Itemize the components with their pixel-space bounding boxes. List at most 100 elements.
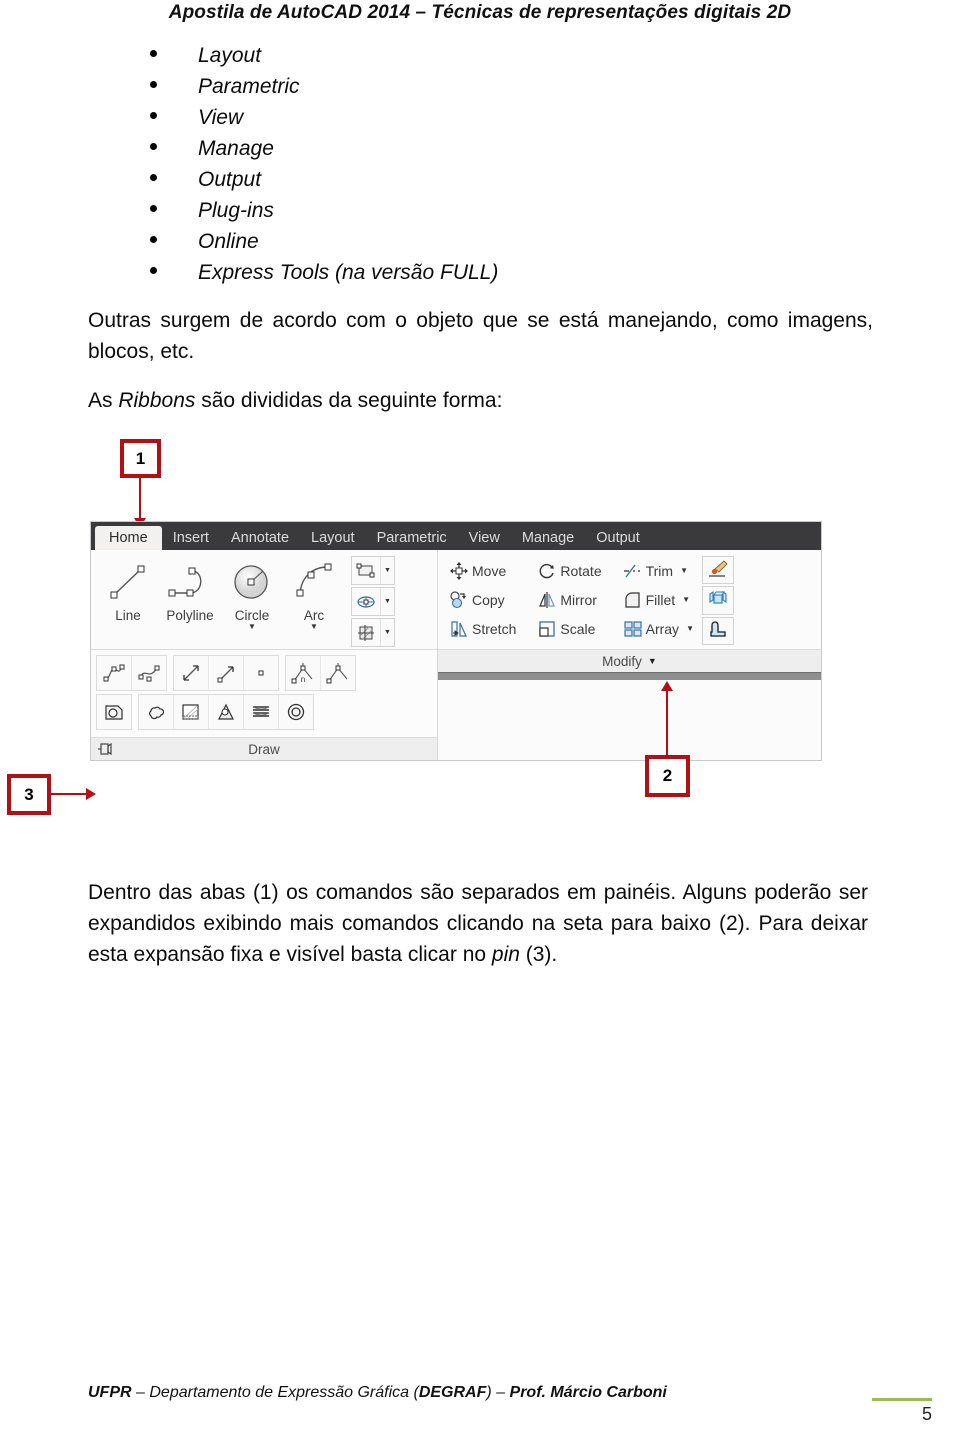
- ellipse-dropdown-icon[interactable]: ▼: [380, 588, 394, 615]
- region-icon[interactable]: [97, 695, 131, 729]
- list-item-label: Plug-ins: [198, 199, 274, 222]
- tool-polyline-label: Polyline: [166, 608, 214, 623]
- spline-group: [96, 655, 167, 691]
- footer-author: Prof. Márcio Carboni: [509, 1384, 667, 1401]
- paragraph-dentro-das-abas: Dentro das abas (1) os comandos são sepa…: [88, 877, 868, 970]
- fillet-icon: [620, 590, 646, 610]
- stretch-icon: [446, 619, 472, 639]
- tool-fillet-label: Fillet: [645, 591, 676, 608]
- tool-mirror-label: Mirror: [560, 591, 597, 608]
- emphasis-ribbons: Ribbons: [118, 389, 196, 412]
- tool-scale[interactable]: Scale: [534, 614, 601, 643]
- point-icon[interactable]: [244, 656, 278, 690]
- modify-side-buttons: [701, 556, 734, 645]
- tool-circle[interactable]: Circle ▼: [221, 556, 283, 631]
- tool-array-dropdown-icon[interactable]: ▼: [686, 624, 694, 633]
- scale-icon: [534, 619, 560, 639]
- bullet-icon: [150, 174, 157, 181]
- modify-column-1: Move Copy Stretch: [446, 556, 516, 645]
- tool-match-properties[interactable]: [701, 556, 734, 585]
- trim-icon: [620, 561, 646, 581]
- tool-ellipse[interactable]: ▼: [351, 587, 395, 616]
- modify-expand-arrow-icon[interactable]: ▼: [648, 656, 657, 666]
- tool-array[interactable]: Array ▼: [620, 614, 694, 643]
- callout-3-arrow-head-icon: [86, 788, 96, 800]
- bullet-icon: [150, 112, 157, 119]
- list-item-label: Online: [198, 230, 259, 253]
- tab-home[interactable]: Home: [95, 526, 162, 550]
- measure-icon[interactable]: [321, 656, 355, 690]
- tool-arc-dropdown-icon[interactable]: ▼: [283, 623, 345, 631]
- revision-cloud-icon[interactable]: [139, 695, 174, 729]
- tool-fillet-dropdown-icon[interactable]: ▼: [682, 595, 690, 604]
- gradient-icon[interactable]: [209, 695, 244, 729]
- divide-measure-group: n: [285, 655, 356, 691]
- ray-icon[interactable]: [209, 656, 244, 690]
- tool-hatch[interactable]: ▼: [351, 618, 395, 647]
- wipeout-icon[interactable]: [174, 695, 209, 729]
- ribbon-bottom-strip: [438, 672, 821, 680]
- ellipse-icon: [352, 593, 380, 611]
- tool-rectangle[interactable]: ▼: [351, 556, 395, 585]
- callout-2-arrow-stem: [666, 690, 668, 756]
- spline-fit-icon[interactable]: [97, 656, 132, 690]
- footer-sep: –: [491, 1384, 510, 1401]
- tool-trim[interactable]: Trim ▼: [620, 556, 694, 585]
- list-item: Manage: [150, 137, 750, 168]
- rectangle-dropdown-icon[interactable]: ▼: [380, 557, 394, 584]
- tool-explode[interactable]: [701, 586, 734, 615]
- pin-icon[interactable]: [96, 741, 114, 760]
- draw-expanded-row-2: [96, 694, 433, 730]
- tool-arc-label: Arc: [303, 608, 325, 623]
- tab-annotate[interactable]: Annotate: [220, 527, 300, 550]
- tool-chamfer-blend[interactable]: [701, 616, 734, 645]
- array-icon: [620, 619, 646, 639]
- hatch-dropdown-icon[interactable]: ▼: [380, 619, 394, 646]
- page-footer: UFPR – Departamento de Expressão Gráfica…: [88, 1384, 888, 1402]
- bullet-icon: [150, 50, 157, 57]
- match-properties-icon: [707, 559, 729, 582]
- modify-column-2: Rotate Mirror Scale: [534, 556, 602, 645]
- construction-line-icon[interactable]: [174, 656, 209, 690]
- svg-text:n: n: [301, 675, 305, 684]
- tool-rotate[interactable]: Rotate: [534, 556, 602, 585]
- document-page: Apostila de AutoCAD 2014 – Técnicas de r…: [0, 0, 960, 1439]
- list-item-label: Parametric: [198, 75, 300, 98]
- tool-mirror[interactable]: Mirror: [534, 585, 601, 614]
- tab-layout[interactable]: Layout: [300, 527, 366, 550]
- paragraph-text: são divididas da seguinte forma:: [195, 389, 503, 412]
- tool-stretch[interactable]: Stretch: [446, 614, 516, 643]
- panel-modify: Move Copy Stretch Rotate Mirror Scale Tr…: [438, 550, 821, 760]
- copy-icon: [446, 590, 472, 610]
- bullet-icon: [150, 143, 157, 150]
- tool-line-label: Line: [115, 608, 141, 623]
- tool-line[interactable]: Line: [97, 556, 159, 623]
- panel-title-draw-label: Draw: [248, 741, 280, 757]
- tab-parametric[interactable]: Parametric: [366, 527, 458, 550]
- tab-view[interactable]: View: [458, 527, 511, 550]
- tool-move[interactable]: Move: [446, 556, 516, 585]
- spline-cv-icon[interactable]: [132, 656, 166, 690]
- divide-icon[interactable]: n: [286, 656, 321, 690]
- ribbon-tab-bullet-list: Layout Parametric View Manage Output Plu…: [150, 44, 750, 292]
- tab-manage[interactable]: Manage: [511, 527, 585, 550]
- tool-move-label: Move: [472, 562, 507, 579]
- tool-circle-dropdown-icon[interactable]: ▼: [221, 623, 283, 631]
- donut-icon[interactable]: [279, 695, 313, 729]
- draw-panel-tools: Line Polyline Circle ▼ Arc ▼ ▼ ▼ ▼: [91, 550, 437, 649]
- line-construct-group: [173, 655, 279, 691]
- tool-fillet[interactable]: Fillet ▼: [620, 585, 694, 614]
- tool-arc[interactable]: Arc ▼: [283, 556, 345, 631]
- footer-accent-bar: [872, 1398, 932, 1401]
- multiline-icon[interactable]: [244, 695, 279, 729]
- rotate-icon: [534, 561, 560, 581]
- callout-3-arrow-stem: [51, 793, 89, 795]
- tab-output[interactable]: Output: [585, 527, 651, 550]
- tool-polyline[interactable]: Polyline: [159, 556, 221, 623]
- tool-copy[interactable]: Copy: [446, 585, 516, 614]
- list-item: Online: [150, 230, 750, 261]
- ribbon-panels: Line Polyline Circle ▼ Arc ▼ ▼ ▼ ▼ n Dra…: [91, 550, 821, 760]
- tab-insert[interactable]: Insert: [162, 527, 220, 550]
- tool-trim-dropdown-icon[interactable]: ▼: [680, 566, 688, 575]
- callout-marker-3: 3: [7, 774, 51, 815]
